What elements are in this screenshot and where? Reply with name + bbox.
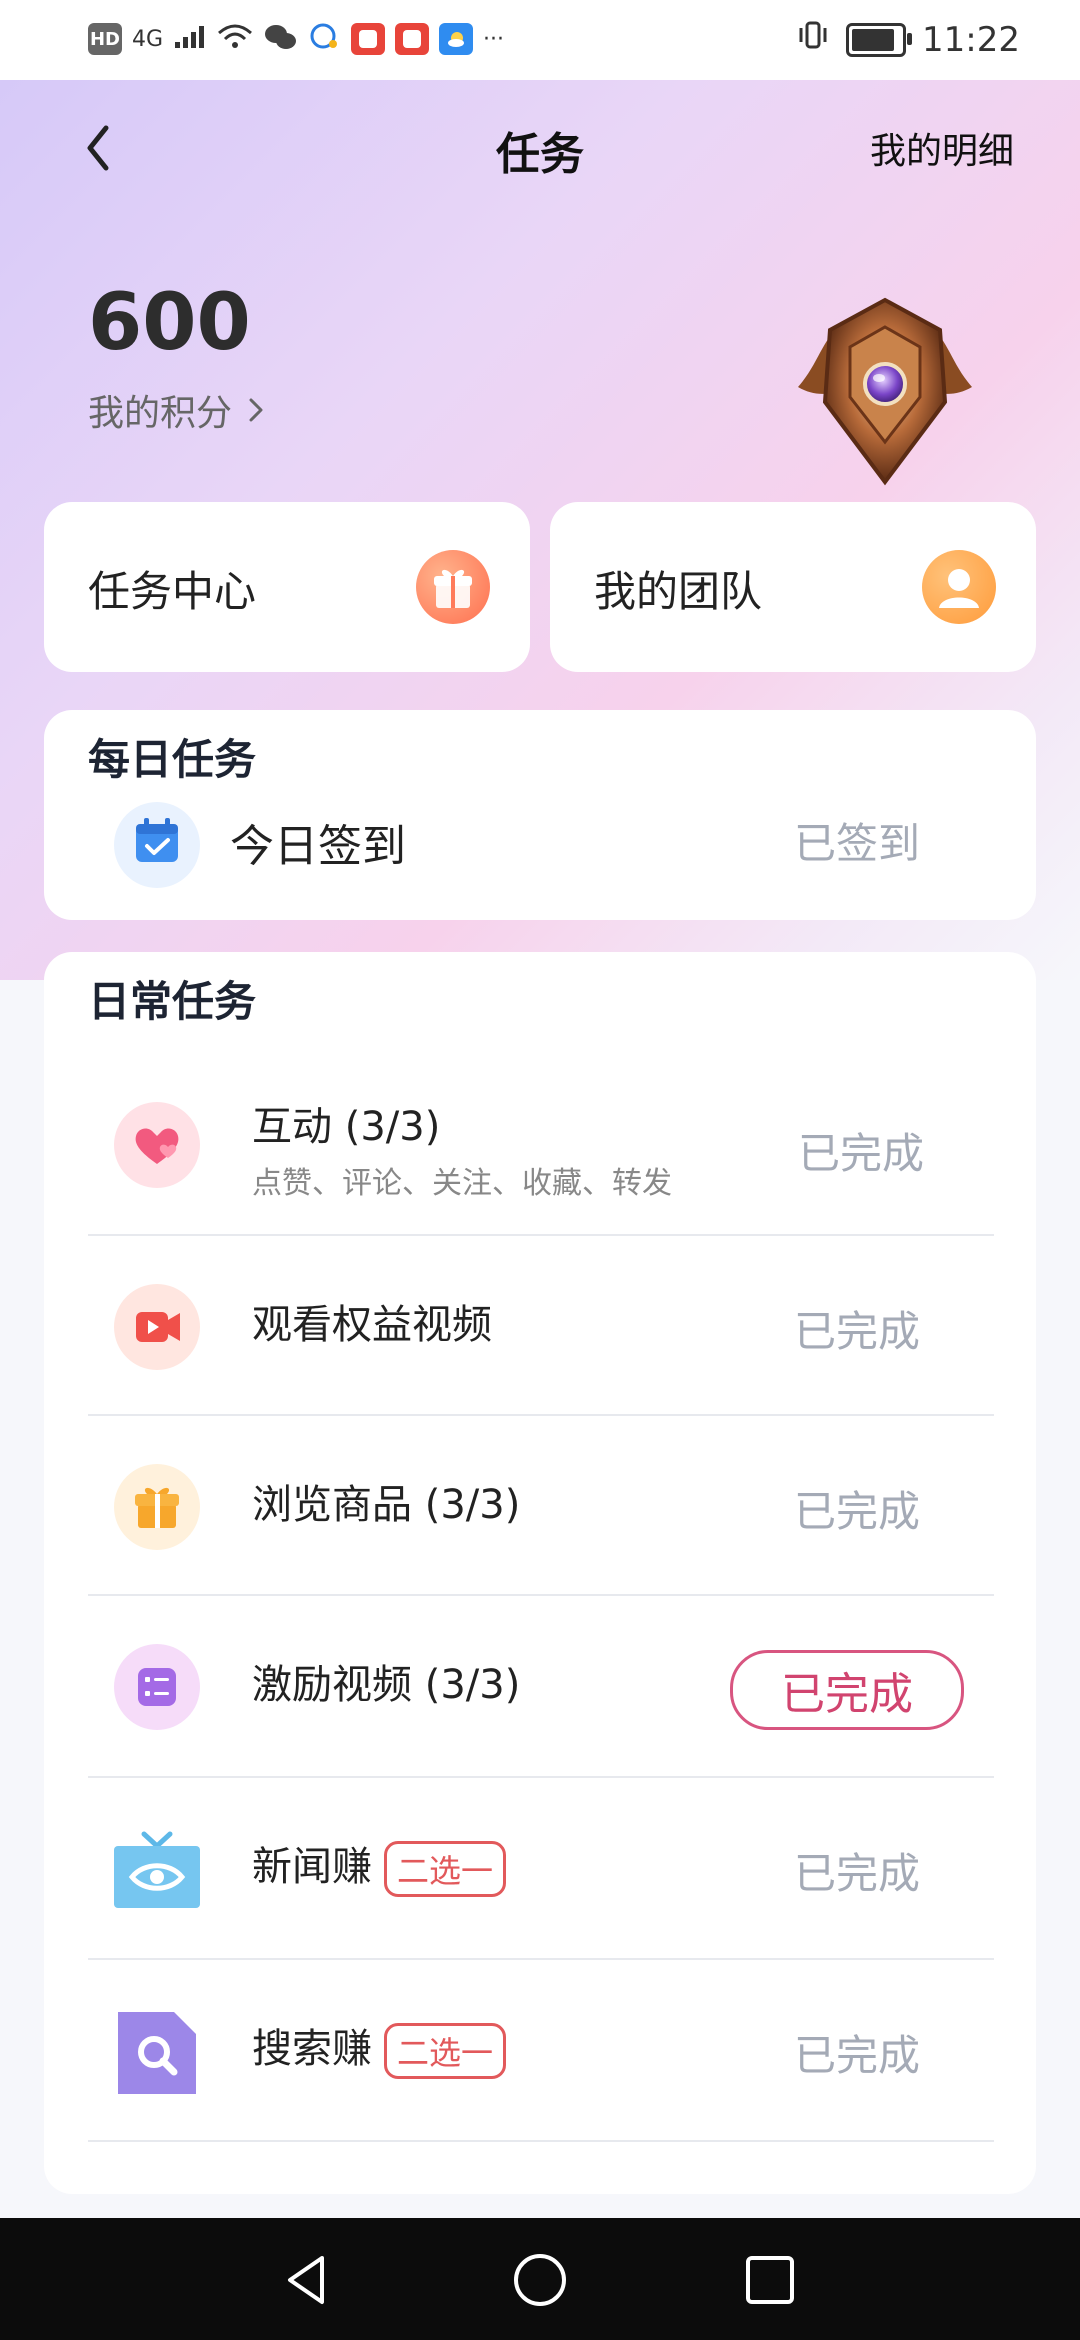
gift-icon (114, 1464, 200, 1550)
search-doc-icon (114, 2008, 200, 2094)
square-recents-icon (746, 2256, 794, 2304)
divider (88, 2140, 994, 2142)
news-earn-status: 已完成 (793, 1849, 920, 1898)
incentive-video-title: 激励视频 (3/3) (252, 1662, 521, 1708)
interaction-status: 已完成 (797, 1129, 924, 1178)
status-right: 11:22 (796, 18, 1020, 61)
task-row-news-earn[interactable]: 新闻赚 二选一 已完成 (88, 1778, 994, 1960)
back-nav-button[interactable] (280, 2252, 336, 2308)
watch-video-title: 观看权益视频 (252, 1302, 492, 1348)
routine-tasks-title: 日常任务 (88, 977, 257, 1026)
more-notifications: ··· (483, 26, 505, 52)
daily-tasks-title: 每日任务 (88, 735, 257, 784)
task-row-interaction[interactable]: 互动 (3/3) 点赞、评论、关注、收藏、转发 已完成 (88, 1054, 994, 1236)
task-row-browse-goods[interactable]: 浏览商品 (3/3) 已完成 (88, 1416, 994, 1596)
browse-goods-status: 已完成 (793, 1487, 920, 1536)
chat-bubble-icon (307, 22, 341, 56)
wifi-icon (217, 23, 253, 55)
chevron-right-icon (249, 398, 263, 422)
person-icon (922, 550, 996, 624)
signal-bars-icon (173, 24, 207, 54)
medal-icon (780, 292, 990, 492)
checkin-status: 已签到 (793, 819, 920, 868)
vibrate-icon (796, 18, 830, 61)
recents-nav-button[interactable] (742, 2252, 798, 2308)
checkin-title: 今日签到 (230, 821, 406, 872)
my-team-card[interactable]: 我的团队 (550, 502, 1036, 672)
gift-icon (416, 550, 490, 624)
task-center-label: 任务中心 (88, 567, 257, 616)
calendar-check-icon (114, 802, 200, 888)
points-label: 我的积分 (88, 393, 233, 434)
status-bar: HD 4G ··· 11:22 (0, 0, 1080, 80)
interaction-subtitle: 点赞、评论、关注、收藏、转发 (252, 1166, 672, 1201)
home-nav-button[interactable] (512, 2252, 568, 2308)
news-earn-title: 新闻赚 (252, 1844, 372, 1890)
daily-task-row[interactable]: 今日签到 已签到 (88, 792, 994, 912)
points-value: 600 (88, 278, 251, 368)
task-row-watch-video[interactable]: 观看权益视频 已完成 (88, 1236, 994, 1416)
news-earn-title-wrap: 新闻赚 二选一 (252, 1834, 507, 1897)
browse-goods-title: 浏览商品 (3/3) (252, 1482, 521, 1528)
search-earn-title-wrap: 搜索赚 二选一 (252, 2016, 507, 2079)
task-row-incentive-video[interactable]: 激励视频 (3/3) 已完成 (88, 1596, 994, 1778)
watch-video-status: 已完成 (793, 1307, 920, 1356)
my-detail-link[interactable]: 我的明细 (870, 122, 1014, 174)
incentive-video-status-button[interactable]: 已完成 (730, 1650, 964, 1730)
circle-home-icon (514, 2254, 566, 2306)
choose-one-tag: 二选一 (384, 1841, 507, 1897)
app-icon-red-2 (395, 23, 430, 55)
task-center-card[interactable]: 任务中心 (44, 502, 530, 672)
clock: 11:22 (922, 19, 1020, 60)
choose-one-tag: 二选一 (384, 2023, 507, 2079)
system-nav-bar (0, 2218, 1080, 2340)
points-link[interactable]: 我的积分 (88, 384, 266, 436)
task-row-search-earn[interactable]: 搜索赚 二选一 已完成 (88, 1960, 994, 2142)
hd-badge: HD (88, 23, 122, 55)
heart-icon (114, 1102, 200, 1188)
app-icon-red-1 (351, 23, 386, 55)
search-earn-title: 搜索赚 (252, 2026, 372, 2072)
tv-icon (114, 1826, 200, 1912)
search-earn-status: 已完成 (793, 2031, 920, 2080)
weather-icon (439, 23, 474, 55)
battery-icon (846, 22, 913, 57)
list-icon (114, 1644, 200, 1730)
video-icon (114, 1284, 200, 1370)
my-team-label: 我的团队 (594, 567, 763, 616)
signal-indicator: 4G (132, 26, 164, 52)
triangle-back-icon (288, 2256, 324, 2304)
wechat-icon (263, 22, 297, 56)
interaction-title: 互动 (3/3) (252, 1104, 441, 1150)
status-left: HD 4G ··· (88, 22, 504, 56)
